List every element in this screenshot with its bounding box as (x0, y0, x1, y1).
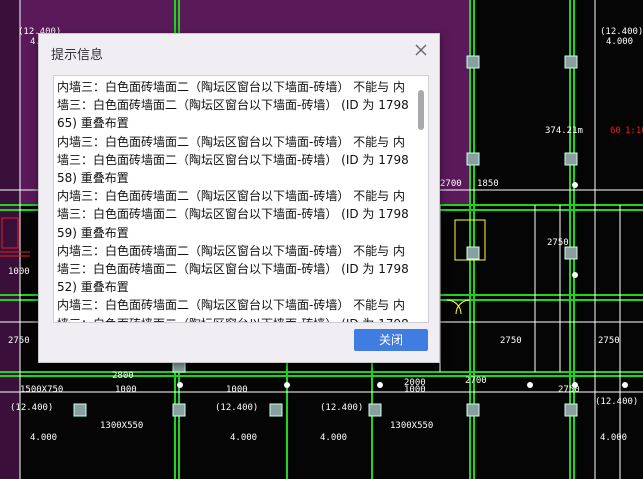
cad-label: 2700 (440, 179, 462, 189)
cad-label: 1000 (8, 267, 30, 277)
cad-label: 1300X550 (390, 421, 433, 431)
cad-label: 1000 (115, 385, 137, 395)
message-item: 内墙三：白色面砖墙面二（陶坛区窗台以下墙面-砖墙） 不能与 内墙三：白色面砖墙面… (57, 298, 409, 322)
cad-label: 4.000 (606, 37, 633, 47)
cad-label: 2750 (500, 336, 522, 346)
cad-label: 2700 (465, 376, 487, 386)
close-button[interactable]: 关闭 (354, 329, 428, 351)
message-item: 内墙三：白色面砖墙面二（陶坛区窗台以下墙面-砖墙） 不能与 内墙三：白色面砖墙面… (57, 243, 409, 295)
cad-label: 1850 (477, 179, 499, 189)
scrollbar-thumb[interactable] (418, 90, 424, 130)
close-icon[interactable] (411, 40, 431, 60)
message-list-box[interactable]: 内墙三：白色面砖墙面二（陶坛区窗台以下墙面-砖墙） 不能与 内墙三：白色面砖墙面… (53, 75, 429, 323)
cad-label: 4.000 (600, 433, 627, 443)
cad-label: 4.000 (320, 433, 347, 443)
message-list: 内墙三：白色面砖墙面二（陶坛区窗台以下墙面-砖墙） 不能与 内墙三：白色面砖墙面… (57, 78, 412, 322)
cad-label: 2750 (547, 238, 569, 248)
cad-label: 1:10 (625, 126, 643, 136)
message-item: 内墙三：白色面砖墙面二（陶坛区窗台以下墙面-砖墙） 不能与 内墙三：白色面砖墙面… (57, 134, 409, 186)
cad-label: (12.400) (600, 27, 643, 37)
cad-label: 1000 (404, 385, 426, 395)
cad-label: 1000 (226, 385, 248, 395)
message-dialog: 提示信息 内墙三：白色面砖墙面二（陶坛区窗台以下墙面-砖墙） 不能与 内墙三：白… (38, 33, 440, 363)
cad-label: 1500X750 (20, 385, 63, 395)
cad-label: 4.000 (30, 433, 57, 443)
message-item: 内墙三：白色面砖墙面二（陶坛区窗台以下墙面-砖墙） 不能与 内墙三：白色面砖墙面… (57, 189, 409, 240)
cad-label: 2750 (598, 336, 620, 346)
cad-label: 60 (610, 126, 621, 136)
cad-label: 1300X550 (100, 421, 143, 431)
cad-label: 4.000 (230, 433, 257, 443)
cad-label: (12.400) (320, 403, 363, 413)
dialog-title: 提示信息 (51, 48, 104, 63)
cad-label: 2750 (8, 336, 30, 346)
cad-label: 2750 (558, 385, 580, 395)
message-item: 内墙三：白色面砖墙面二（陶坛区窗台以下墙面-砖墙） 不能与 内墙三：白色面砖墙面… (57, 80, 409, 131)
vertical-scrollbar[interactable] (416, 78, 426, 320)
cad-label: (12.400) (10, 403, 53, 413)
cad-label: 2800 (112, 371, 134, 381)
cad-label: (12.400) (215, 403, 258, 413)
cad-label: 374.21m (545, 126, 583, 136)
cad-label: (12.400) (595, 397, 638, 407)
